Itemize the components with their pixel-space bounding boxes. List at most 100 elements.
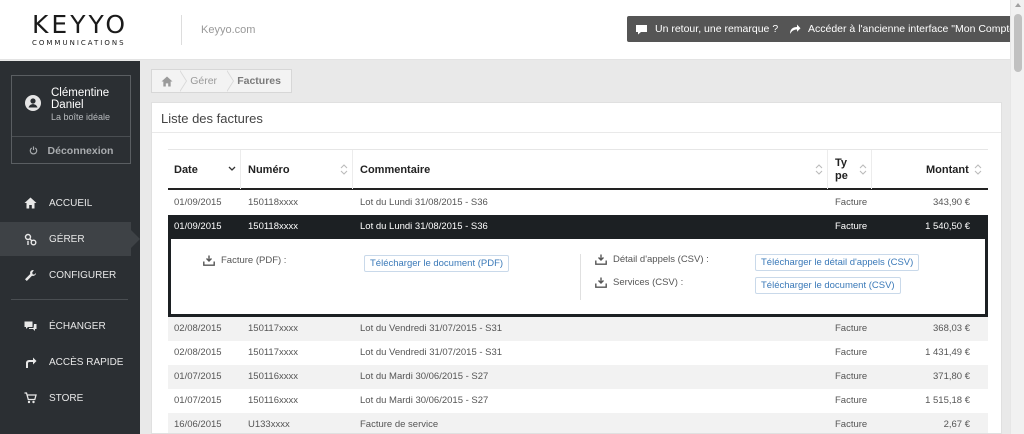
table-row[interactable]: 02/08/2015 150117xxxx Lot du Vendredi 31… (168, 341, 988, 365)
feedback-button[interactable]: Un retour, une remarque ? (627, 16, 788, 42)
cell-type: Facture (835, 371, 868, 382)
user-avatar-icon (25, 95, 41, 111)
column-header-commentaire[interactable]: Commentaire (360, 150, 430, 189)
cell-montant: 371,80 € (933, 371, 970, 382)
detail-appels-label: Détail d'appels (CSV) : (595, 254, 709, 265)
cell-montant: 343,90 € (933, 197, 970, 208)
download-pdf-button[interactable]: Télécharger le document (PDF) (364, 255, 510, 272)
user-company: La boîte idéale (51, 112, 111, 122)
nav-item-store[interactable]: STORE (0, 381, 140, 415)
scrollbar-thumb[interactable] (1014, 14, 1022, 72)
logo-subtext: COMMUNICATIONS (32, 39, 126, 47)
old-interface-button-label: Accéder à l'ancienne interface "Mon Comp… (808, 23, 1019, 35)
cell-numero: 150116xxxx (248, 371, 298, 382)
breadcrumb-item-gerer[interactable]: Gérer (182, 70, 227, 92)
table-header: Date Numéro Commentaire Type Montant (168, 149, 988, 190)
nav-item-acces-rapide[interactable]: ACCÈS RAPIDE (0, 345, 140, 379)
cell-commentaire: Lot du Vendredi 31/07/2015 - S31 (360, 323, 503, 334)
nav-item-echanger[interactable]: ÉCHANGER (0, 309, 140, 343)
cell-date: 01/07/2015 (174, 371, 222, 382)
header-divider (181, 15, 182, 45)
column-header-label: Date (174, 163, 198, 176)
nav-item-gerer[interactable]: GÉRER (0, 222, 140, 256)
download-services-button[interactable]: Télécharger le document (CSV) (755, 277, 901, 294)
cell-numero: U133xxxx (248, 419, 290, 430)
breadcrumb-item-factures: Factures (237, 75, 281, 87)
cell-date: 01/09/2015 (174, 197, 222, 208)
cell-type: Facture (835, 395, 868, 406)
cell-numero: 150118xxxx (248, 221, 298, 232)
feedback-button-label: Un retour, une remarque ? (655, 23, 779, 35)
cell-commentaire: Lot du Mardi 30/06/2015 - S27 (360, 395, 489, 406)
nav-item-accueil[interactable]: ACCUEIL (0, 186, 140, 220)
download-icon (203, 255, 215, 266)
page-title: Liste des factures (161, 111, 263, 126)
cell-numero: 150117xxxx (248, 323, 298, 334)
nav-item-label: ACCUEIL (49, 197, 93, 209)
page-scrollbar[interactable] (1010, 0, 1024, 434)
wrench-icon (25, 269, 36, 281)
power-icon (29, 146, 37, 155)
site-link[interactable]: Keyyo.com (201, 24, 255, 36)
nav-item-configurer[interactable]: CONFIGURER (0, 258, 140, 292)
column-header-date[interactable]: Date (174, 150, 198, 189)
cell-date: 02/08/2015 (174, 323, 222, 334)
user-name: Clémentine Daniel (51, 87, 110, 111)
column-header-montant[interactable]: Montant (926, 150, 969, 189)
keyyo-logo[interactable]: KEYYO COMMUNICATIONS (32, 12, 152, 48)
cell-commentaire: Lot du Vendredi 31/07/2015 - S31 (360, 347, 503, 358)
table-row[interactable]: 01/07/2015 150116xxxx Lot du Mardi 30/06… (168, 365, 988, 389)
nav-divider (11, 299, 128, 300)
table-row[interactable]: 16/06/2015 U133xxxx Facture de service F… (168, 413, 988, 433)
table-row[interactable]: 02/08/2015 150117xxxx Lot du Vendredi 31… (168, 317, 988, 341)
column-header-numero[interactable]: Numéro (248, 150, 290, 189)
nav-item-label: STORE (49, 392, 84, 404)
detail-divider (580, 254, 581, 300)
cell-date: 02/08/2015 (174, 347, 222, 358)
shortcut-arrow-icon (26, 357, 37, 368)
column-header-label: Montant (926, 163, 969, 176)
cell-montant: 1 540,50 € (925, 221, 970, 232)
sort-desc-icon[interactable] (228, 166, 236, 172)
old-interface-button[interactable]: Accéder à l'ancienne interface "Mon Comp… (781, 16, 1024, 42)
breadcrumb-home[interactable] (152, 70, 180, 92)
cell-commentaire: Facture de service (360, 419, 439, 430)
facture-pdf-label: Facture (PDF) : (203, 255, 286, 266)
cell-date: 01/07/2015 (174, 395, 222, 406)
sort-both-icon[interactable] (859, 164, 867, 175)
sort-both-icon[interactable] (340, 164, 348, 175)
manage-icon (24, 233, 37, 245)
cell-type: Facture (835, 197, 868, 208)
reply-arrow-icon (790, 24, 801, 34)
cell-montant: 1 515,18 € (925, 395, 970, 406)
download-icon (595, 277, 607, 288)
sort-both-icon[interactable] (974, 164, 982, 175)
detail-appels-label-text: Détail d'appels (CSV) : (613, 254, 709, 265)
cell-numero: 150116xxxx (248, 395, 298, 406)
table-row[interactable]: 01/07/2015 150116xxxx Lot du Mardi 30/06… (168, 389, 988, 413)
logout-label: Déconnexion (47, 144, 114, 157)
cell-date: 16/06/2015 (174, 419, 222, 430)
sort-both-icon[interactable] (815, 164, 823, 175)
cell-commentaire: Lot du Lundi 31/08/2015 - S36 (360, 221, 488, 232)
table-row[interactable]: 01/09/2015 150118xxxx Lot du Lundi 31/08… (168, 191, 988, 215)
invoices-panel: Liste des factures Date Numéro Commentai… (151, 102, 1002, 434)
logo-wordmark: KEYYO (32, 10, 129, 39)
nav-item-label: ÉCHANGER (49, 320, 106, 332)
column-separator (240, 150, 241, 189)
column-header-label: Type (835, 156, 848, 182)
column-header-type[interactable]: Type (835, 150, 849, 189)
cell-type: Facture (835, 419, 868, 430)
column-separator (352, 150, 353, 189)
column-separator (871, 150, 872, 189)
invoice-detail-panel: Facture (PDF) : Télécharger le document … (168, 239, 988, 317)
logout-button[interactable]: Déconnexion (12, 137, 130, 164)
services-csv-label: Services (CSV) : (595, 277, 683, 288)
table-row-selected[interactable]: 01/09/2015 150118xxxx Lot du Lundi 31/08… (168, 215, 988, 239)
download-icon (595, 254, 607, 265)
chat-icon (24, 321, 37, 331)
cell-commentaire: Lot du Mardi 30/06/2015 - S27 (360, 371, 489, 382)
download-call-detail-button[interactable]: Télécharger le détail d'appels (CSV) (755, 254, 920, 271)
column-header-label: Numéro (248, 163, 290, 176)
scroll-up-icon[interactable] (1015, 3, 1021, 7)
